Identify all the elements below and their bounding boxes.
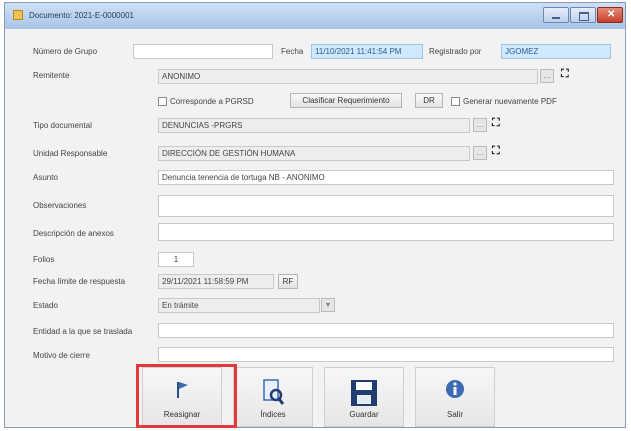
entidad-field[interactable]	[158, 323, 614, 338]
title-bar[interactable]: Documento: 2021-E-0000001 ✕	[5, 3, 625, 29]
fecha-limite-button[interactable]: RF	[278, 274, 298, 289]
clasificar-button[interactable]: Clasificar Requerimiento	[290, 93, 402, 108]
folios-field[interactable]: 1	[158, 252, 194, 267]
unidad-field[interactable]: DIRECCIÓN DE GESTIÓN HUMANA	[158, 146, 470, 161]
entidad-label: Entidad a la que se traslada	[33, 327, 133, 336]
registrado-label: Registrado por	[429, 47, 482, 56]
guardar-label: Guardar	[349, 410, 379, 419]
close-icon: ✕	[607, 9, 616, 20]
generar-pdf-checkbox[interactable]	[451, 97, 460, 106]
unidad-label: Unidad Responsable	[33, 149, 108, 158]
asunto-label: Asunto	[33, 173, 58, 182]
numero-grupo-field[interactable]	[133, 44, 273, 59]
asunto-field[interactable]: Denuncia tenencia de tortuga NB - ANONIM…	[158, 170, 614, 185]
folder-icon	[13, 10, 23, 20]
window-title: Documento: 2021-E-0000001	[29, 11, 134, 20]
document-search-icon	[263, 379, 285, 405]
fecha-limite-label: Fecha límite de respuesta	[33, 277, 126, 286]
descripcion-anexo-label: Descripción de anexos	[33, 229, 114, 238]
tipo-doc-label: Tipo documental	[33, 121, 92, 130]
binoculars-icon[interactable]: ⛶	[492, 145, 500, 158]
fecha-limite-field[interactable]: 29/11/2021 11:58:59 PM	[158, 274, 274, 289]
tipo-doc-field[interactable]: DENUNCIAS -PRGRS	[158, 118, 470, 133]
descripcion-anexo-field[interactable]	[158, 223, 614, 241]
remitente-field[interactable]: ANONIMO	[158, 69, 538, 84]
guardar-button[interactable]: Guardar	[324, 367, 404, 427]
indices-button[interactable]: Índices	[233, 367, 313, 427]
tipo-doc-dropdown[interactable]: …	[473, 118, 487, 132]
maximize-icon	[579, 12, 589, 21]
salir-button[interactable]: Salir	[415, 367, 495, 427]
binoculars-icon[interactable]: ⛶	[492, 117, 500, 130]
close-button[interactable]: ✕	[597, 7, 623, 23]
minimize-button[interactable]	[543, 7, 569, 23]
registrado-field: JGOMEZ	[501, 44, 611, 59]
fecha-field: 11/10/2021 11:41:54 PM	[311, 44, 423, 59]
dr-button[interactable]: DR	[415, 93, 443, 108]
observaciones-field[interactable]	[158, 195, 614, 217]
remitente-dropdown[interactable]: …	[540, 69, 554, 83]
info-icon	[446, 380, 464, 398]
observaciones-label: Observaciones	[33, 201, 87, 210]
chevron-down-icon[interactable]: ▾	[321, 298, 335, 312]
corresponde-label: Corresponde a PGRSD	[170, 97, 254, 106]
indices-label: Índices	[260, 410, 286, 419]
estado-label: Estado	[33, 301, 58, 310]
maximize-button[interactable]	[570, 7, 596, 23]
unidad-dropdown[interactable]: …	[473, 146, 487, 160]
remitente-label: Remitente	[33, 71, 70, 80]
generar-pdf-label: Generar nuevamente PDF	[463, 97, 557, 106]
corresponde-checkbox[interactable]	[158, 97, 167, 106]
fecha-label: Fecha	[281, 47, 304, 56]
folios-label: Folios	[33, 255, 55, 264]
salir-label: Salir	[446, 410, 463, 419]
save-icon	[351, 380, 377, 406]
document-window: Documento: 2021-E-0000001 ✕ Número de Gr…	[4, 2, 626, 428]
motivo-field[interactable]	[158, 347, 614, 362]
motivo-label: Motivo de cierre	[33, 351, 90, 360]
binoculars-icon[interactable]: ⛶	[561, 68, 569, 81]
numero-grupo-label: Número de Grupo	[33, 47, 98, 56]
minimize-icon	[552, 17, 560, 19]
estado-field[interactable]: En trámite	[158, 298, 320, 313]
reasignar-highlight	[136, 364, 237, 428]
